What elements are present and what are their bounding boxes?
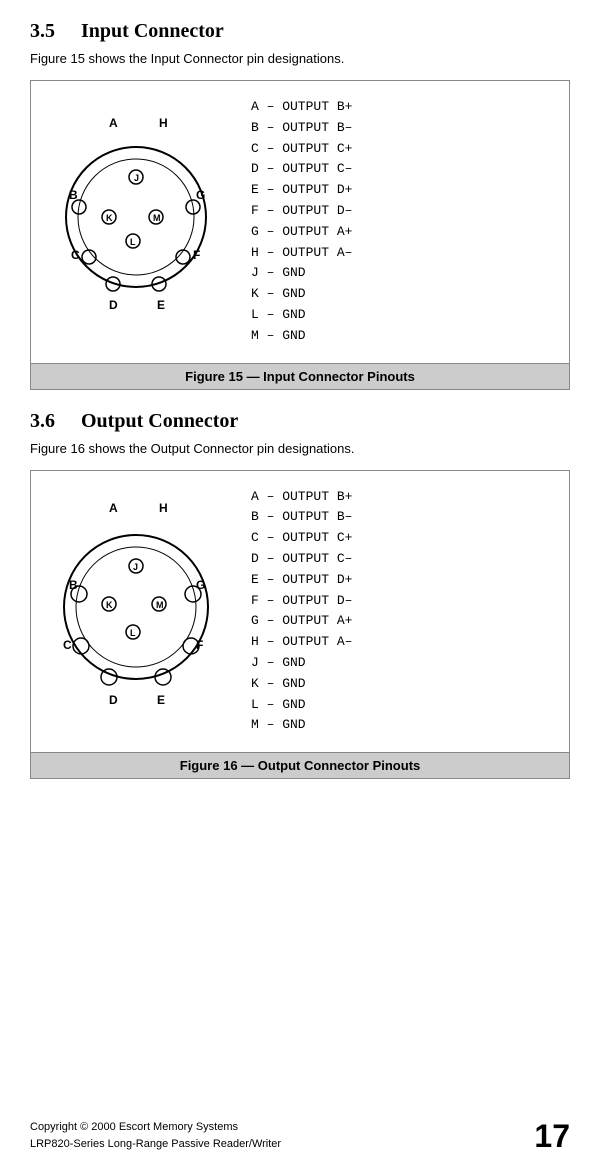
pin-15-1: B – OUTPUT B–: [251, 118, 559, 139]
pin-15-9: K – GND: [251, 284, 559, 305]
svg-text:M: M: [153, 213, 161, 223]
pin-16-0: A – OUTPUT B+: [251, 487, 559, 508]
section-3-5: 3.5 Input Connector Figure 15 shows the …: [30, 20, 570, 390]
svg-text:C: C: [71, 248, 80, 262]
pin-15-10: L – GND: [251, 305, 559, 326]
svg-text:C: C: [63, 638, 72, 652]
pin-15-8: J – GND: [251, 263, 559, 284]
pin-16-9: K – GND: [251, 674, 559, 695]
pin-16-5: F – OUTPUT D–: [251, 591, 559, 612]
svg-text:E: E: [157, 693, 165, 707]
pin-16-10: L – GND: [251, 695, 559, 716]
figure-15-caption: Figure 15 — Input Connector Pinouts: [31, 363, 569, 389]
figure-15-box: A H B G C F D E: [30, 80, 570, 390]
pin-15-2: C – OUTPUT C+: [251, 139, 559, 160]
svg-text:J: J: [133, 562, 138, 572]
page-footer: Copyright © 2000 Escort Memory Systems L…: [0, 1119, 600, 1152]
connector-diagram-15: A H B G C F D E: [41, 109, 241, 334]
svg-text:L: L: [130, 237, 136, 247]
svg-text:E: E: [157, 298, 165, 312]
pin-15-0: A – OUTPUT B+: [251, 97, 559, 118]
pin-list-16: A – OUTPUT B+ B – OUTPUT B– C – OUTPUT C…: [251, 487, 559, 737]
pin-16-1: B – OUTPUT B–: [251, 507, 559, 528]
svg-text:L: L: [130, 628, 136, 638]
footer-page-number: 17: [534, 1120, 570, 1152]
pin-15-4: E – OUTPUT D+: [251, 180, 559, 201]
svg-text:K: K: [106, 213, 113, 223]
svg-text:D: D: [109, 298, 118, 312]
figure-16-box: A H B G C F D E: [30, 470, 570, 780]
pin-15-5: F – OUTPUT D–: [251, 201, 559, 222]
svg-text:D: D: [109, 693, 118, 707]
pin-15-3: D – OUTPUT C–: [251, 159, 559, 180]
section-3-6: 3.6 Output Connector Figure 16 shows the…: [30, 410, 570, 780]
pin-16-11: M – GND: [251, 715, 559, 736]
svg-text:H: H: [159, 116, 168, 130]
svg-text:H: H: [159, 501, 168, 515]
svg-text:K: K: [106, 600, 113, 610]
svg-text:B: B: [69, 578, 78, 592]
pin-16-2: C – OUTPUT C+: [251, 528, 559, 549]
footer-line2: LRP820-Series Long-Range Passive Reader/…: [30, 1136, 281, 1153]
section-number-3-6: 3.6: [30, 410, 55, 433]
connector-diagram-16: A H B G C F D E: [41, 494, 241, 729]
pin-16-6: G – OUTPUT A+: [251, 611, 559, 632]
figure-15-content: A H B G C F D E: [31, 81, 569, 363]
pin-list-15: A – OUTPUT B+ B – OUTPUT B– C – OUTPUT C…: [251, 97, 559, 347]
page-content: 3.5 Input Connector Figure 15 shows the …: [0, 0, 600, 859]
section-desc-3-5: Figure 15 shows the Input Connector pin …: [30, 51, 570, 66]
section-desc-3-6: Figure 16 shows the Output Connector pin…: [30, 441, 570, 456]
section-title-3-5: Input Connector: [81, 20, 224, 43]
pin-15-6: G – OUTPUT A+: [251, 222, 559, 243]
pin-16-7: H – OUTPUT A–: [251, 632, 559, 653]
figure-16-content: A H B G C F D E: [31, 471, 569, 753]
section-heading-3-5: 3.5 Input Connector: [30, 20, 570, 43]
pin-16-4: E – OUTPUT D+: [251, 570, 559, 591]
svg-text:A: A: [109, 501, 118, 515]
section-heading-3-6: 3.6 Output Connector: [30, 410, 570, 433]
footer-line1: Copyright © 2000 Escort Memory Systems: [30, 1119, 281, 1136]
pin-15-7: H – OUTPUT A–: [251, 243, 559, 264]
svg-text:J: J: [134, 173, 139, 183]
svg-text:A: A: [109, 116, 118, 130]
footer-text: Copyright © 2000 Escort Memory Systems L…: [30, 1119, 281, 1152]
figure-16-caption: Figure 16 — Output Connector Pinouts: [31, 752, 569, 778]
svg-text:M: M: [156, 600, 164, 610]
section-title-3-6: Output Connector: [81, 410, 238, 433]
pin-16-8: J – GND: [251, 653, 559, 674]
pin-15-11: M – GND: [251, 326, 559, 347]
section-number-3-5: 3.5: [30, 20, 55, 43]
pin-16-3: D – OUTPUT C–: [251, 549, 559, 570]
